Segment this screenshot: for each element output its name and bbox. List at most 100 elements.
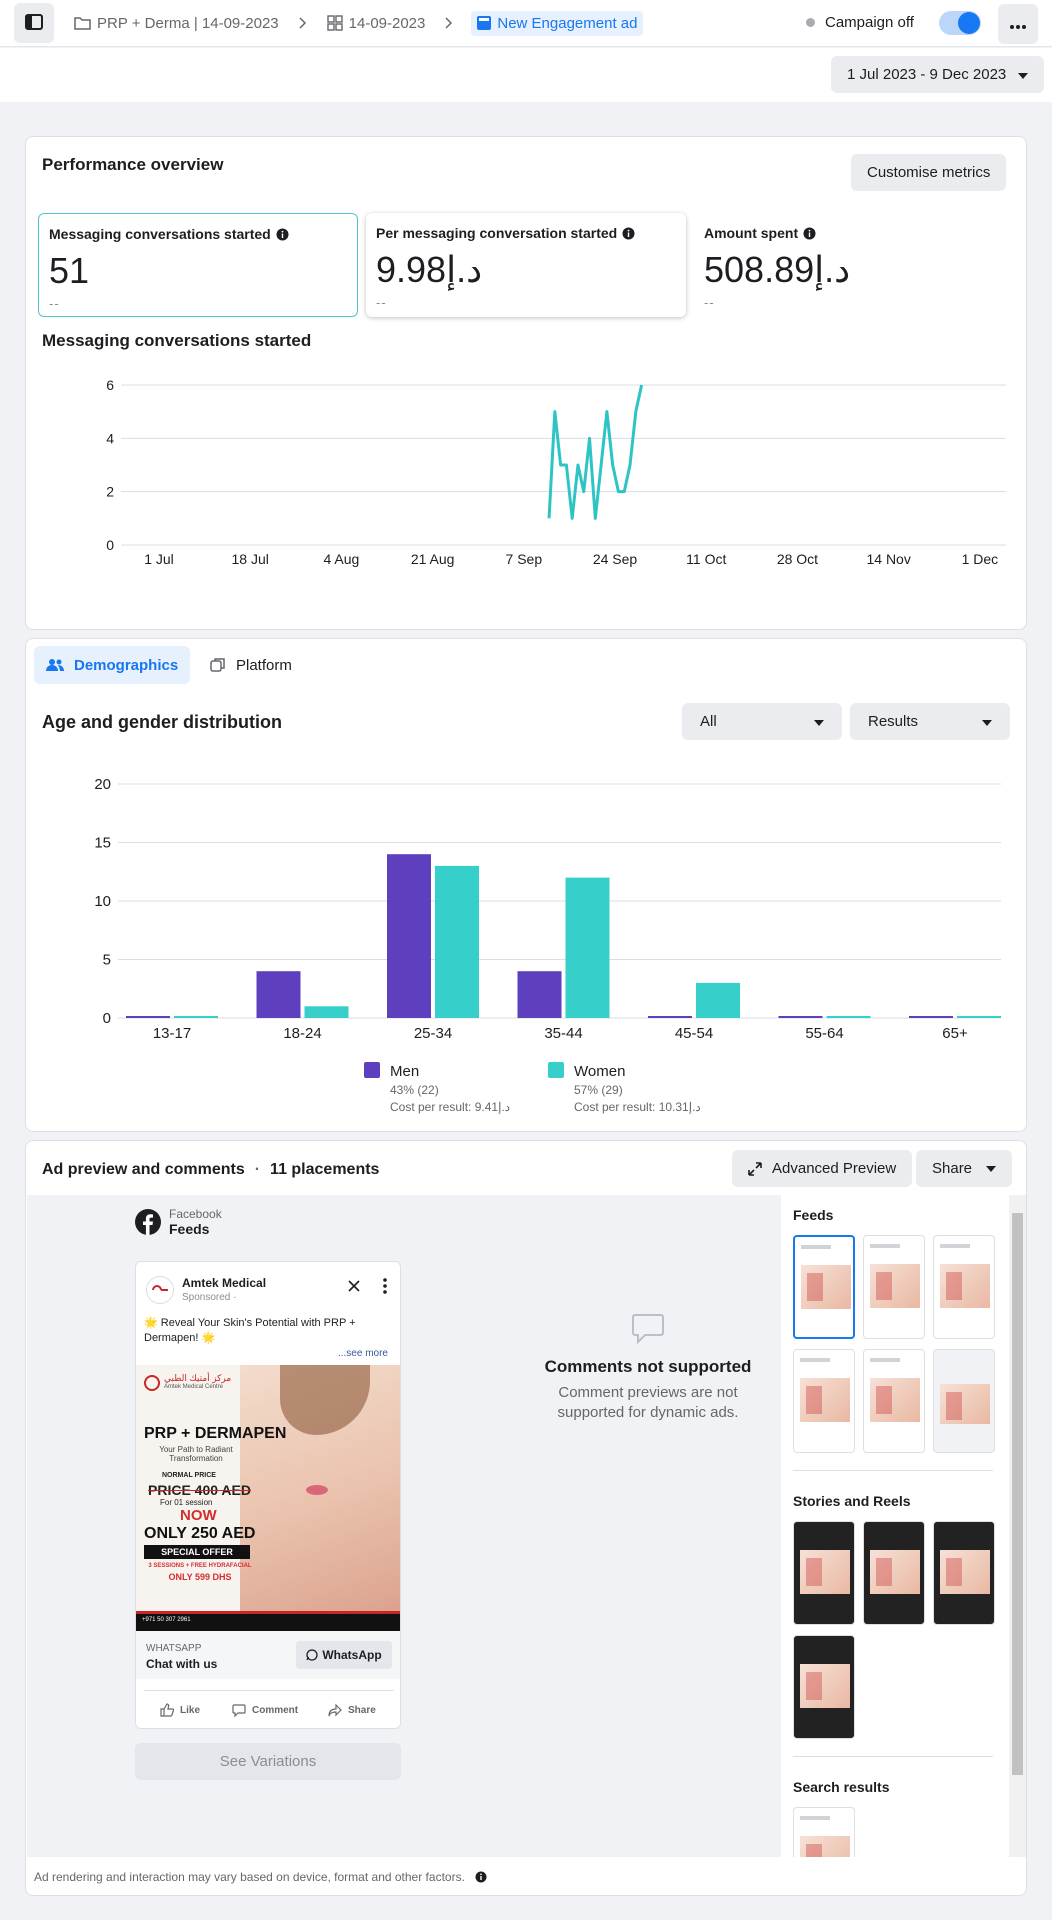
- platform-icon: [210, 657, 226, 673]
- facebook-icon: [135, 1209, 161, 1235]
- placement-thumb[interactable]: [863, 1521, 925, 1625]
- x-tick-label: 35-44: [544, 1025, 582, 1042]
- more-vertical-icon[interactable]: [383, 1278, 387, 1294]
- top-bar: PRP + Derma | 14-09-2023 14-09-2023 New …: [0, 0, 1052, 47]
- breadcrumb-adset[interactable]: 14-09-2023: [326, 15, 425, 32]
- placement-thumb[interactable]: [793, 1635, 855, 1739]
- tab-platform[interactable]: Platform: [198, 646, 304, 684]
- thumb-bar: [800, 1816, 830, 1820]
- metric-compare: --: [376, 295, 387, 310]
- x-tick-label: 25-34: [414, 1025, 452, 1042]
- metric-value: 51: [49, 250, 90, 291]
- placement-thumb[interactable]: [863, 1349, 925, 1453]
- creative-subline: Your Path to Radiant Transformation: [159, 1445, 233, 1463]
- filter-all-select[interactable]: All: [682, 703, 842, 740]
- share-action[interactable]: Share: [328, 1703, 376, 1717]
- bar-men: [778, 1016, 823, 1018]
- placement-thumb[interactable]: [933, 1349, 995, 1453]
- placement-thumb[interactable]: [933, 1521, 995, 1625]
- metric-value: د.إ9.98: [376, 249, 483, 290]
- campaign-toggle[interactable]: [939, 11, 981, 35]
- placement-label: Feeds: [169, 1221, 210, 1237]
- bar-women: [696, 982, 740, 1018]
- legend-cost-per-result: Cost per result: 9.41د.إ: [390, 1100, 510, 1115]
- model-photo: [240, 1365, 400, 1631]
- breadcrumb-ad[interactable]: New Engagement ad: [471, 10, 644, 36]
- thumb-bar: [801, 1245, 831, 1249]
- cta-bar: WHATSAPP Chat with us WhatsApp: [136, 1631, 400, 1679]
- bundle-offer: 3 SESSIONS + FREE HYDRAFACIAL: [148, 1563, 252, 1569]
- bar-men: [256, 971, 301, 1018]
- thumb-face: [870, 1264, 920, 1308]
- placement-thumb[interactable]: [863, 1235, 925, 1339]
- bar-women: [435, 865, 479, 1018]
- date-bar: 1 Jul 2023 - 9 Dec 2023: [0, 48, 1052, 102]
- thumb-bar: [800, 1358, 830, 1362]
- x-tick-label: 14 Nov: [866, 551, 910, 567]
- like-action[interactable]: Like: [160, 1703, 200, 1717]
- see-more-link[interactable]: ...see more: [338, 1348, 388, 1359]
- caret-down-icon: [814, 713, 824, 730]
- placement-section-feeds: Feeds: [793, 1207, 834, 1223]
- ad-creative-image[interactable]: مركز أمتيك الطبي Amtek Medical Centre PR…: [136, 1365, 400, 1631]
- x-tick-label: 4 Aug: [324, 551, 360, 567]
- info-icon: [622, 227, 635, 240]
- whatsapp-icon: [306, 1649, 318, 1661]
- placement-thumb[interactable]: [793, 1349, 855, 1453]
- breadcrumb-campaign[interactable]: PRP + Derma | 14-09-2023: [74, 15, 279, 32]
- thumb-face: [870, 1378, 920, 1422]
- info-icon: [276, 228, 289, 241]
- date-range-label: 1 Jul 2023 - 9 Dec 2023: [847, 66, 1007, 83]
- ad-preview-title: Ad preview and comments: [42, 1161, 245, 1178]
- x-tick-label: 55-64: [805, 1025, 843, 1042]
- see-variations-label: See Variations: [219, 1753, 317, 1770]
- y-tick-label: 10: [94, 893, 111, 910]
- metric-card-conversations[interactable]: Messaging conversations started 51 --: [38, 213, 358, 317]
- comment-action[interactable]: Comment: [232, 1703, 298, 1717]
- platform-label: Facebook: [169, 1207, 222, 1221]
- metric-compare: --: [704, 295, 715, 310]
- placement-thumb[interactable]: [793, 1235, 855, 1339]
- y-tick-label: 20: [94, 776, 111, 793]
- customise-metrics-button[interactable]: Customise metrics: [851, 154, 1007, 191]
- placement-thumb[interactable]: [793, 1521, 855, 1625]
- date-range-picker[interactable]: 1 Jul 2023 - 9 Dec 2023: [831, 56, 1044, 93]
- page-name[interactable]: Amtek Medical: [182, 1276, 266, 1290]
- breadcrumb-campaign-label: PRP + Derma | 14-09-2023: [97, 14, 279, 32]
- thumbs-up-icon: [160, 1703, 174, 1717]
- info-icon[interactable]: [475, 1871, 487, 1883]
- comments-description: Comment previews are not supported for d…: [557, 1384, 739, 1421]
- x-tick-label: 24 Sep: [593, 551, 638, 567]
- placement-thumb[interactable]: [933, 1235, 995, 1339]
- performance-overview-card: Performance overview Customise metrics M…: [25, 136, 1027, 630]
- metric-label: Amount spent: [704, 225, 1004, 241]
- x-tick-label: 7 Sep: [506, 551, 543, 567]
- scrollbar-thumb[interactable]: [1012, 1213, 1023, 1775]
- metric-compare: --: [49, 296, 60, 311]
- x-tick-label: 28 Oct: [777, 551, 818, 567]
- sponsored-label: Sponsored ·: [182, 1292, 237, 1303]
- advanced-preview-button[interactable]: Advanced Preview: [732, 1150, 913, 1187]
- more-options-button[interactable]: [998, 4, 1038, 44]
- share-label: Share: [348, 1704, 376, 1716]
- filter-results-select[interactable]: Results: [850, 703, 1010, 740]
- y-tick-label: 0: [106, 537, 114, 553]
- share-button[interactable]: Share: [916, 1150, 1013, 1187]
- legend-name: Women: [574, 1063, 625, 1080]
- metric-card-cost-per-conversation[interactable]: Per messaging conversation started د.إ9.…: [366, 213, 686, 317]
- metric-card-amount-spent[interactable]: Amount spent د.إ508.89 --: [694, 213, 1014, 317]
- sidebar-toggle-button[interactable]: [14, 3, 54, 43]
- placements-panel: Feeds Stories and Reels Search results: [781, 1195, 1026, 1857]
- old-price: PRICE 400 AED: [148, 1482, 251, 1498]
- whatsapp-button-label: WhatsApp: [322, 1648, 382, 1662]
- whatsapp-button[interactable]: WhatsApp: [296, 1641, 392, 1669]
- see-variations-button[interactable]: See Variations: [135, 1743, 401, 1780]
- placement-thumb[interactable]: [793, 1807, 855, 1857]
- placement-labels: Facebook Feeds: [169, 1207, 222, 1237]
- close-icon[interactable]: [348, 1280, 360, 1292]
- creative-headline: PRP + DERMAPEN: [144, 1425, 287, 1442]
- filter-results-label: Results: [868, 713, 919, 730]
- tab-demographics[interactable]: Demographics: [34, 646, 191, 684]
- x-tick-label: 65+: [942, 1025, 968, 1042]
- metric-value: د.إ508.89: [704, 249, 851, 290]
